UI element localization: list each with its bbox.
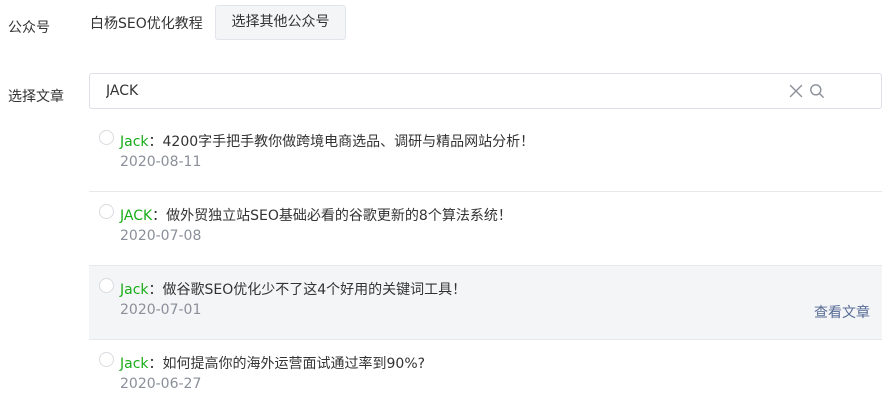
close-icon[interactable] xyxy=(789,84,803,98)
article-separator: ： xyxy=(152,208,167,224)
article-separator: ： xyxy=(148,356,163,372)
article-search-box xyxy=(89,73,882,109)
account-label: 公众号 xyxy=(8,20,50,36)
account-name: 白杨SEO优化教程 xyxy=(90,16,203,32)
article-list: Jack：4200字手把手教你做跨境电商选品、调研与精品网站分析！ 2020-0… xyxy=(89,118,882,398)
article-search-input[interactable] xyxy=(106,74,766,108)
article-radio[interactable] xyxy=(99,130,114,145)
article-title: JACK：做外贸独立站SEO基础必看的谷歌更新的8个算法系统！ xyxy=(120,205,512,225)
article-date: 2020-06-27 xyxy=(120,376,202,392)
article-date: 2020-08-11 xyxy=(120,154,202,170)
article-title: Jack：做谷歌SEO优化少不了这4个好用的关键词工具！ xyxy=(120,279,466,299)
article-title: Jack：如何提高你的海外运营面试通过率到90%? xyxy=(120,353,425,373)
article-title-text: 如何提高你的海外运营面试通过率到90%? xyxy=(162,356,426,372)
select-other-account-button[interactable]: 选择其他公众号 xyxy=(215,5,346,40)
article-separator: ： xyxy=(148,134,163,150)
article-item[interactable]: JACK：做外贸独立站SEO基础必看的谷歌更新的8个算法系统！ 2020-07-… xyxy=(89,192,882,266)
article-date: 2020-07-01 xyxy=(120,302,202,318)
article-title-text: 做外贸独立站SEO基础必看的谷歌更新的8个算法系统！ xyxy=(166,208,512,224)
article-radio[interactable] xyxy=(99,352,114,367)
article-author: Jack xyxy=(120,356,149,372)
article-radio[interactable] xyxy=(99,204,114,219)
article-item[interactable]: Jack：做谷歌SEO优化少不了这4个好用的关键词工具！ 2020-07-01 … xyxy=(89,266,882,340)
article-title: Jack：4200字手把手教你做跨境电商选品、调研与精品网站分析！ xyxy=(120,131,534,151)
article-title-text: 4200字手把手教你做跨境电商选品、调研与精品网站分析！ xyxy=(162,134,535,150)
article-item[interactable]: Jack：4200字手把手教你做跨境电商选品、调研与精品网站分析！ 2020-0… xyxy=(89,118,882,192)
article-title-text: 做谷歌SEO优化少不了这4个好用的关键词工具！ xyxy=(162,282,467,298)
article-item[interactable]: Jack：如何提高你的海外运营面试通过率到90%? 2020-06-27 xyxy=(89,340,882,398)
article-author: Jack xyxy=(120,282,149,298)
article-label: 选择文章 xyxy=(8,89,64,105)
view-article-link[interactable]: 查看文章 xyxy=(814,302,870,322)
article-radio[interactable] xyxy=(99,278,114,293)
article-author: JACK xyxy=(120,208,153,224)
article-select-form: 公众号 白杨SEO优化教程 选择其他公众号 选择文章 Jack：4200字手把手… xyxy=(0,0,888,398)
search-icon[interactable] xyxy=(809,83,825,99)
article-author: Jack xyxy=(120,134,149,150)
article-separator: ： xyxy=(148,282,163,298)
article-date: 2020-07-08 xyxy=(120,228,202,244)
